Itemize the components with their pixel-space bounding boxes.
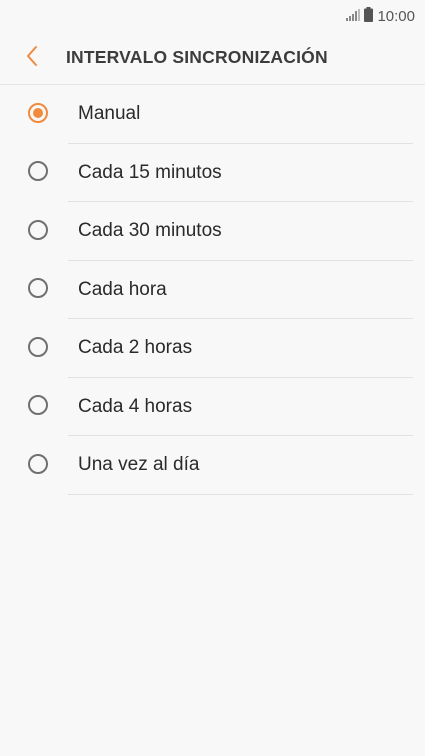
signal-icon xyxy=(346,8,361,25)
radio-button-selected[interactable] xyxy=(28,102,48,123)
status-bar: 10:00 xyxy=(0,0,425,32)
option-every-30-minutes[interactable]: Cada 30 minutos xyxy=(0,202,425,261)
radio-button[interactable] xyxy=(28,161,48,181)
status-time: 10:00 xyxy=(377,8,415,25)
option-label: Una vez al día xyxy=(78,454,200,475)
sync-interval-options: Manual Cada 15 minutos Cada 30 minutos C… xyxy=(0,85,425,495)
option-every-4-hours[interactable]: Cada 4 horas xyxy=(0,378,425,436)
radio-button[interactable] xyxy=(28,219,48,240)
option-label: Cada hora xyxy=(78,278,167,300)
option-label: Cada 30 minutos xyxy=(78,220,222,241)
option-manual[interactable]: Manual xyxy=(0,85,425,144)
battery-icon xyxy=(364,7,374,26)
app-bar: INTERVALO SINCRONIZACIÓN xyxy=(0,32,425,85)
option-every-2-hours[interactable]: Cada 2 horas xyxy=(0,319,425,378)
radio-button[interactable] xyxy=(28,336,48,357)
option-every-hour[interactable]: Cada hora xyxy=(0,261,425,319)
radio-button[interactable] xyxy=(28,395,48,415)
option-label: Manual xyxy=(78,103,141,124)
option-once-a-day[interactable]: Una vez al día xyxy=(0,436,425,495)
chevron-left-icon xyxy=(25,45,39,72)
option-label: Cada 15 minutos xyxy=(78,161,222,183)
page-title: INTERVALO SINCRONIZACIÓN xyxy=(66,47,328,67)
divider xyxy=(68,493,413,495)
status-indicators: 10:00 xyxy=(346,7,415,26)
option-label: Cada 4 horas xyxy=(78,395,193,417)
back-button[interactable] xyxy=(18,44,46,72)
option-label: Cada 2 horas xyxy=(78,337,193,358)
option-every-15-minutes[interactable]: Cada 15 minutos xyxy=(0,144,425,202)
radio-button[interactable] xyxy=(28,453,48,474)
radio-button[interactable] xyxy=(28,278,48,298)
